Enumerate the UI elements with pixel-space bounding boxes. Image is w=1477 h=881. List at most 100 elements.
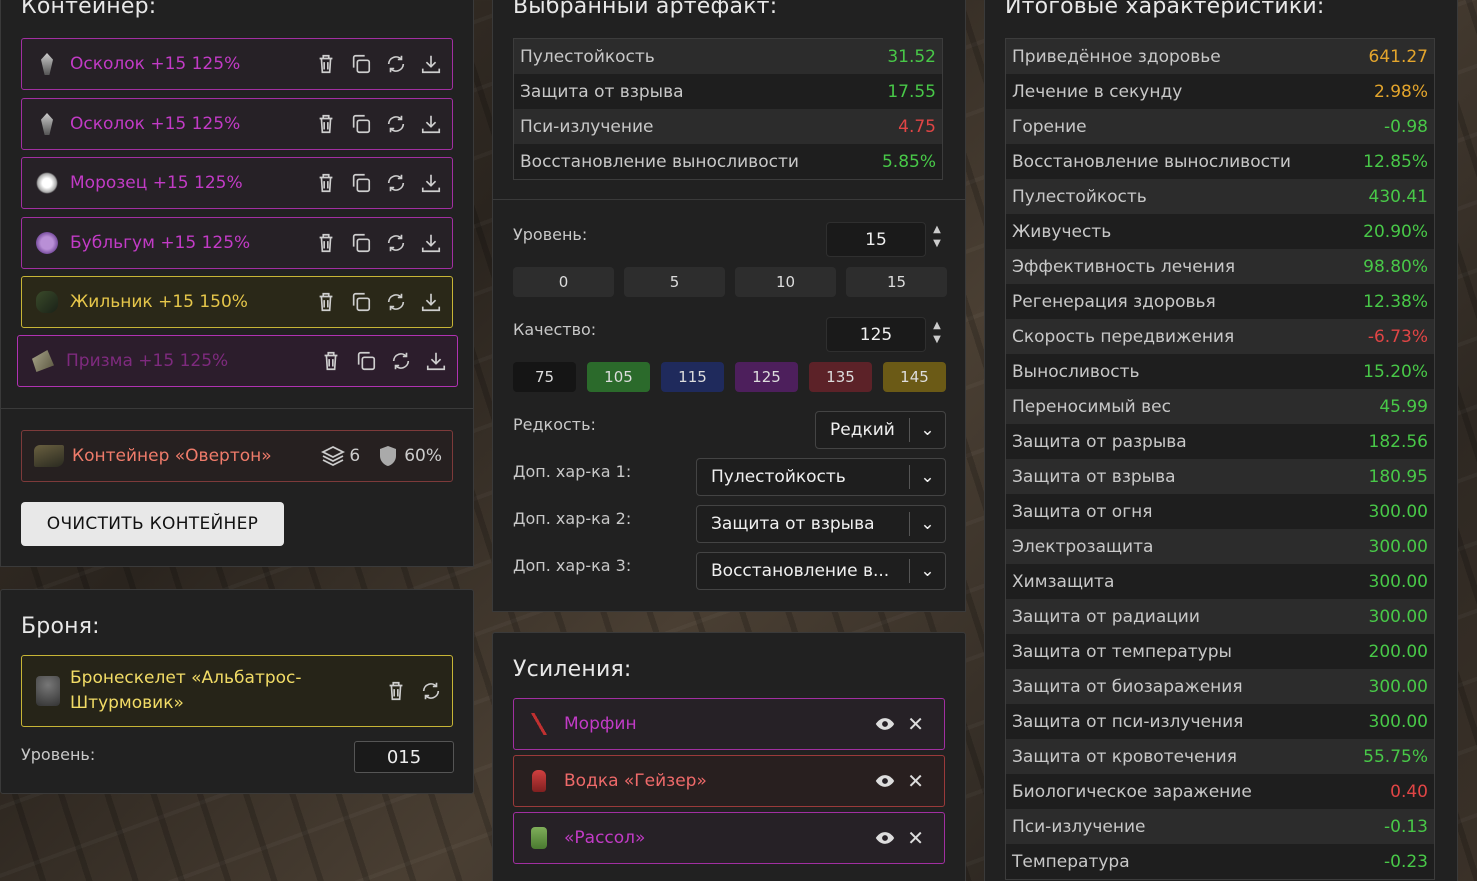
stat-value: 300.00 [1368, 676, 1428, 697]
trash-icon[interactable] [315, 232, 337, 254]
artifact-slot[interactable]: Морозец +15 125% [21, 157, 453, 209]
stat-row: Защита от кровотечения 55.75% [1006, 739, 1434, 774]
boosts-panel: Усиления: Морфин ✕ Водка «Гейзер» ✕ «Рассол»… [492, 632, 966, 881]
bubblegum-icon [36, 232, 58, 254]
stat-name: Пулестойкость [520, 46, 655, 67]
download-icon[interactable] [425, 350, 447, 372]
stat-row: Химзащита 300.00 [1006, 564, 1434, 599]
stat-value: -0.23 [1384, 851, 1428, 872]
level-stepper[interactable]: ▲ ▼ [930, 223, 944, 251]
extra2-label: Доп. хар-ка 2: [513, 509, 632, 528]
syringe-icon [528, 713, 550, 735]
download-icon[interactable] [420, 172, 442, 194]
stat-name: Скорость передвижения [1012, 326, 1235, 347]
quality-chip[interactable]: 145 [883, 362, 946, 392]
container-icon [34, 445, 64, 467]
stat-row: Электрозащита 300.00 [1006, 529, 1434, 564]
stat-name: Защита от температуры [1012, 641, 1232, 662]
quality-chip[interactable]: 115 [661, 362, 724, 392]
stat-row: Восстановление выносливости 5.85% [514, 144, 942, 179]
artifact-stats-table: Пулестойкость 31.52 Защита от взрыва 17.55 П… [513, 38, 943, 180]
boost-item[interactable]: Водка «Гейзер» ✕ [513, 755, 945, 807]
quality-chip[interactable]: 75 [513, 362, 576, 392]
totals-panel: Итоговые характеристики: Приведённое здо… [984, 0, 1458, 881]
artifact-slot[interactable]: Осколок +15 125% [21, 98, 453, 150]
refresh-icon[interactable] [390, 350, 412, 372]
boost-item[interactable]: «Рассол» ✕ [513, 812, 945, 864]
trash-icon[interactable] [315, 172, 337, 194]
trash-icon[interactable] [315, 291, 337, 313]
artifact-slot[interactable]: Призма +15 125% [17, 335, 458, 387]
copy-icon[interactable] [350, 232, 372, 254]
stat-row: Защита от пси-излучения 300.00 [1006, 704, 1434, 739]
stat-row: Защита от взрыва 17.55 [514, 74, 942, 109]
stat-value: 45.99 [1379, 396, 1428, 417]
refresh-icon[interactable] [385, 232, 407, 254]
vein-icon [36, 291, 58, 313]
stat-name: Восстановление выносливости [520, 151, 799, 172]
eye-icon[interactable] [875, 828, 895, 848]
download-icon[interactable] [420, 232, 442, 254]
armor-slot[interactable]: Бронескелет «Альбатрос- Штурмовик» [21, 655, 453, 727]
close-icon[interactable]: ✕ [907, 826, 924, 850]
rarity-select[interactable]: Редкий ⌄ [815, 411, 946, 449]
level-chip[interactable]: 0 [513, 267, 614, 297]
quality-input[interactable]: 125 [826, 317, 926, 352]
clear-container-button[interactable]: ОЧИСТИТЬ КОНТЕЙНЕР [21, 502, 284, 546]
extra1-select[interactable]: Пулестойкость ⌄ [696, 458, 946, 496]
level-chip[interactable]: 15 [846, 267, 947, 297]
level-chip[interactable]: 5 [624, 267, 725, 297]
download-icon[interactable] [420, 53, 442, 75]
refresh-icon[interactable] [385, 113, 407, 135]
copy-icon[interactable] [350, 113, 372, 135]
artifact-slot[interactable]: Бубльгум +15 125% [21, 217, 453, 269]
eye-icon[interactable] [875, 714, 895, 734]
stat-value: 300.00 [1368, 571, 1428, 592]
armor-level-input[interactable]: 015 [354, 741, 454, 773]
quality-chip[interactable]: 105 [587, 362, 650, 392]
download-icon[interactable] [420, 291, 442, 313]
trash-icon[interactable] [385, 680, 407, 702]
copy-icon[interactable] [350, 172, 372, 194]
extra2-select[interactable]: Защита от взрыва ⌄ [696, 505, 946, 543]
stat-name: Пулестойкость [1012, 186, 1147, 207]
armor-icon [36, 676, 60, 706]
stat-value: -0.13 [1384, 816, 1428, 837]
copy-icon[interactable] [355, 350, 377, 372]
stat-name: Переносимый вес [1012, 396, 1171, 417]
stat-value: 300.00 [1368, 501, 1428, 522]
quality-stepper[interactable]: ▲ ▼ [930, 319, 944, 347]
stat-row: Защита от радиации 300.00 [1006, 599, 1434, 634]
download-icon[interactable] [420, 113, 442, 135]
refresh-icon[interactable] [385, 172, 407, 194]
quality-chip[interactable]: 135 [809, 362, 872, 392]
stat-row: Лечение в секунду 2.98% [1006, 74, 1434, 109]
trash-icon[interactable] [320, 350, 342, 372]
copy-icon[interactable] [350, 53, 372, 75]
level-chip[interactable]: 10 [735, 267, 836, 297]
trash-icon[interactable] [315, 113, 337, 135]
extra3-value: Восстановление в... [711, 561, 890, 581]
level-input[interactable]: 15 [826, 222, 926, 257]
rarity-value: Редкий [830, 420, 895, 440]
stat-row: Пси-излучение -0.13 [1006, 809, 1434, 844]
extra3-select[interactable]: Восстановление в... ⌄ [696, 552, 946, 590]
refresh-icon[interactable] [385, 291, 407, 313]
trash-icon[interactable] [315, 53, 337, 75]
refresh-icon[interactable] [385, 53, 407, 75]
close-icon[interactable]: ✕ [907, 769, 924, 793]
artifact-slot-name: Осколок +15 125% [70, 114, 241, 134]
artifact-slot[interactable]: Жильник +15 150% [21, 276, 453, 328]
eye-icon[interactable] [875, 771, 895, 791]
stat-value: 20.90% [1363, 221, 1428, 242]
boost-name: «Рассол» [564, 828, 646, 848]
close-icon[interactable]: ✕ [907, 712, 924, 736]
level-label: Уровень: [513, 225, 588, 244]
quality-chip[interactable]: 125 [735, 362, 798, 392]
boost-item[interactable]: Морфин ✕ [513, 698, 945, 750]
quality-label: Качество: [513, 320, 597, 339]
container-box[interactable]: Контейнер «Овертон» 6 60% [21, 430, 453, 482]
copy-icon[interactable] [350, 291, 372, 313]
artifact-slot[interactable]: Осколок +15 125% [21, 38, 453, 90]
refresh-icon[interactable] [420, 680, 442, 702]
